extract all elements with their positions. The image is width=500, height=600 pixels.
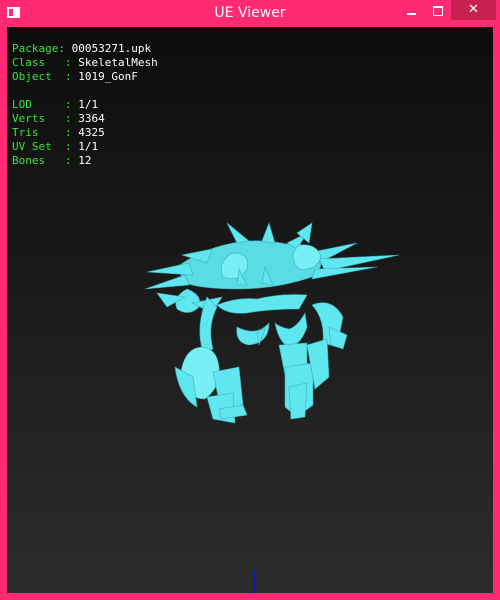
title-bar[interactable]: UE Viewer ✕: [0, 0, 500, 27]
3d-viewport[interactable]: Package: 00053271.upk Class : SkeletalMe…: [7, 27, 493, 593]
skeletal-mesh-render[interactable]: [7, 27, 493, 593]
minimize-button[interactable]: [399, 0, 425, 20]
axis-indicator: [253, 570, 255, 593]
app-window: UE Viewer ✕ Package: 00053271.upk Class …: [0, 0, 500, 600]
minimize-icon: [407, 13, 416, 15]
maximize-icon: [433, 6, 443, 16]
close-button[interactable]: ✕: [451, 0, 496, 20]
maximize-button[interactable]: [425, 0, 451, 20]
close-icon: ✕: [468, 2, 479, 17]
